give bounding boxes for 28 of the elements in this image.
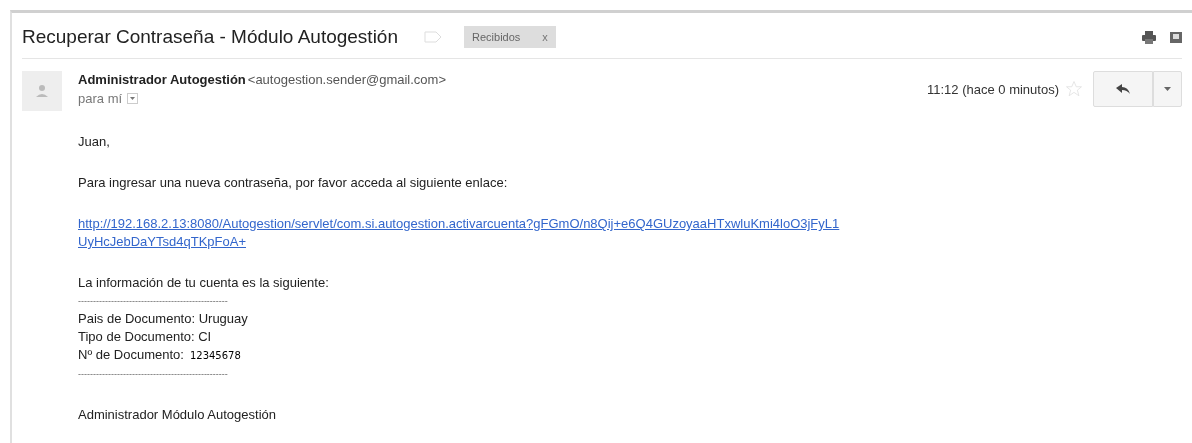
divider-text: --------------------------------------------------	[78, 295, 228, 308]
recipient-text: para mí	[78, 91, 123, 106]
reply-icon	[1116, 84, 1130, 94]
timestamp: 11:12 (hace 0 minutos)	[927, 81, 1059, 97]
body-text: Juan,	[78, 133, 110, 151]
link[interactable]: UyHcJebDaYTsd4qTKpFoA+	[78, 233, 246, 251]
email-subject: Recuperar Contraseña - Módulo Autogestión	[22, 26, 398, 48]
star-icon[interactable]	[1065, 80, 1083, 98]
print-icon[interactable]	[1142, 30, 1156, 44]
sender-email: <autogestion.sender@gmail.com>	[247, 72, 446, 87]
body-text: Tipo de Documento: CI	[78, 328, 212, 346]
body-text: Pais de Documento: Uruguay	[78, 310, 248, 328]
field-value: 12345678	[189, 349, 241, 363]
body-text: Para ingresar una nueva contraseña, por favor acceda al siguiente enlace:	[78, 174, 508, 192]
avatar-icon	[22, 71, 62, 111]
dropdown-icon[interactable]	[127, 93, 139, 104]
remove-label-button[interactable]: x	[542, 31, 548, 43]
label-chip[interactable]: Recibidos x	[464, 26, 556, 48]
new-window-icon[interactable]	[1170, 30, 1182, 44]
reply-button[interactable]	[1093, 71, 1153, 107]
divider-text: --------------------------------------------------	[78, 368, 228, 381]
link[interactable]: http://192.168.2.13:8080/Autogestion/servlet/com.si.autogestion.activarcuenta?gFGmO/n8Qij+e6Q4GUzoyaaHTxwluKmi4loO3jFyL1	[78, 215, 840, 233]
body-text: Administrador Módulo Autogestión	[78, 406, 276, 424]
field-label: Nº de Documento:	[78, 346, 184, 364]
caret-icon	[1164, 87, 1171, 91]
body-text: La información de tu cuenta es la siguiente:	[78, 274, 329, 292]
label-text: Recibidos	[472, 31, 521, 43]
sender-name: Administrador Autogestión	[78, 72, 246, 87]
